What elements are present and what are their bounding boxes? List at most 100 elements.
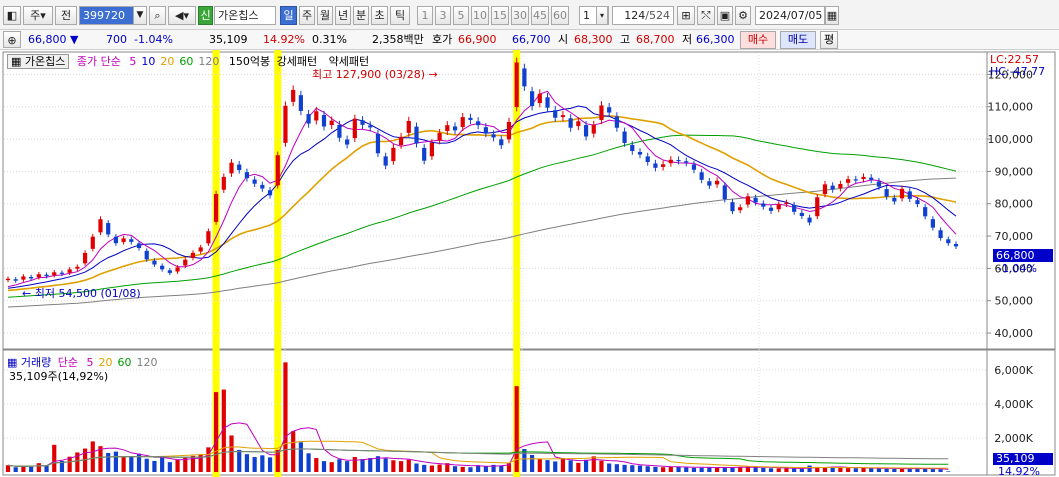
candle-body [483,127,488,134]
grid-icon[interactable]: ⊞ [677,6,695,25]
layout-icon[interactable]: ◧ [3,6,21,25]
volume-bar [167,462,172,472]
candle-body [5,278,11,281]
candle-body [722,185,727,200]
volume-bar [398,461,404,472]
candle-body [568,118,573,128]
candle-body [383,156,388,166]
volume-bar [938,469,943,472]
candle-body [106,223,111,235]
period-tab-6[interactable]: 틱 [390,6,410,25]
chart-tool-icon[interactable]: ⤲ [697,6,715,25]
candle-body [923,207,928,217]
candle-body [368,125,373,128]
volume-bar [676,466,681,472]
market-select[interactable]: 주▾ [23,6,53,25]
high-label: 고 [620,33,631,46]
period-tab-0[interactable]: 일 [280,6,297,25]
volume-bar [822,467,828,472]
sell-button[interactable]: 매도 [780,31,816,49]
volume-ma-legend-120: 120 [136,356,158,369]
current-pct-tag: -1.04% [998,262,1037,275]
volume-bar [468,467,473,472]
candle-body [221,176,226,190]
open-label: 시 [558,33,569,46]
date-field[interactable]: 2024/07/05 [755,6,825,25]
candle-body [260,184,265,189]
interval-button-1[interactable]: 1 [417,6,433,25]
volume-bar [545,460,550,472]
interval-button-10[interactable]: 10 [471,6,489,25]
candle-body [206,231,211,244]
price-axis-label: 110,000 [988,101,1034,114]
quote-bar: ⊕ 66,800 ▼ 700 -1.04% 35,109 14.92% 0.31… [0,30,1059,50]
volume-bar [684,467,689,472]
search-icon[interactable]: ⌕ [149,6,166,25]
volume-bar [607,463,612,472]
interval-button-5[interactable]: 5 [453,6,469,25]
period-tab-3[interactable]: 년 [335,6,351,25]
candle-body [13,279,18,281]
candle-body [707,181,712,186]
volume-bar [799,468,804,472]
interval-dropdown-icon[interactable]: ▾ [596,6,608,25]
count-field[interactable]: 124/524 [612,6,674,25]
candle-body [306,114,311,124]
volume-current-label: 35,109주(14,92%) [9,370,109,383]
ask-price: 66,900 [458,33,497,46]
price-change-pct: -1.04% [134,33,173,46]
volume-bar [267,457,273,472]
volume-bar [622,464,627,472]
volume-bar [121,457,126,472]
volume-bar [892,468,897,472]
interval-button-60[interactable]: 60 [551,6,569,25]
period-tab-5[interactable]: 초 [371,6,388,25]
volume-bar [52,444,57,472]
candle-body [499,139,504,146]
volume-bar [13,467,18,472]
period-tab-4[interactable]: 분 [353,6,369,25]
interval-button-45[interactable]: 45 [531,6,549,25]
candle-body [52,272,57,276]
candle-body [144,250,149,260]
candle-body [668,159,673,164]
stock-name-field[interactable]: 가온칩스 [214,6,276,25]
interval-button-15[interactable]: 15 [491,6,509,25]
stock-chart[interactable]: 120,000110,000100,00090,00080,00070,0006… [0,50,1059,477]
candle-body [298,95,303,111]
interval-button-30[interactable]: 30 [511,6,529,25]
ma-legend-60: 60 [179,55,194,68]
evaluation-button[interactable]: 평 [820,31,838,49]
volume-bar [383,458,388,472]
candle-body [136,243,142,249]
volume-bar [591,456,596,472]
ma-legend-5: 5 [129,55,137,68]
candle-body [82,252,88,264]
candle-body [437,132,442,141]
prev-button[interactable]: 전 [55,6,77,25]
candle-body [190,252,196,258]
candle-body [807,217,812,223]
price-axis-label: 50,000 [995,295,1034,308]
gear-icon[interactable]: ⚙ [735,6,751,25]
sound-icon[interactable]: ◀▾ [168,6,196,25]
expand-icon[interactable]: ⊕ [3,31,21,48]
stock-name-label: ▦ 가온칩스 [7,54,70,69]
period-tab-2[interactable]: 월 [317,6,333,25]
volume-bar [722,467,727,472]
candle-body [684,161,689,163]
candle-body [815,197,820,217]
candle-body [514,62,519,108]
interval-button-3[interactable]: 3 [435,6,451,25]
volume-bar [429,465,435,472]
buy-button[interactable]: 매수 [740,31,776,49]
candle-body [738,207,743,211]
total-count: /524 [645,9,670,22]
period-tab-1[interactable]: 주 [299,6,315,25]
save-icon[interactable]: ▣ [717,6,733,25]
volume-bar [529,455,535,472]
code-dropdown-icon[interactable]: ▼ [133,6,147,25]
volume-bar [406,459,411,472]
stock-code-input[interactable]: 399720 [79,6,134,25]
calendar-icon[interactable]: ▦ [825,6,839,25]
